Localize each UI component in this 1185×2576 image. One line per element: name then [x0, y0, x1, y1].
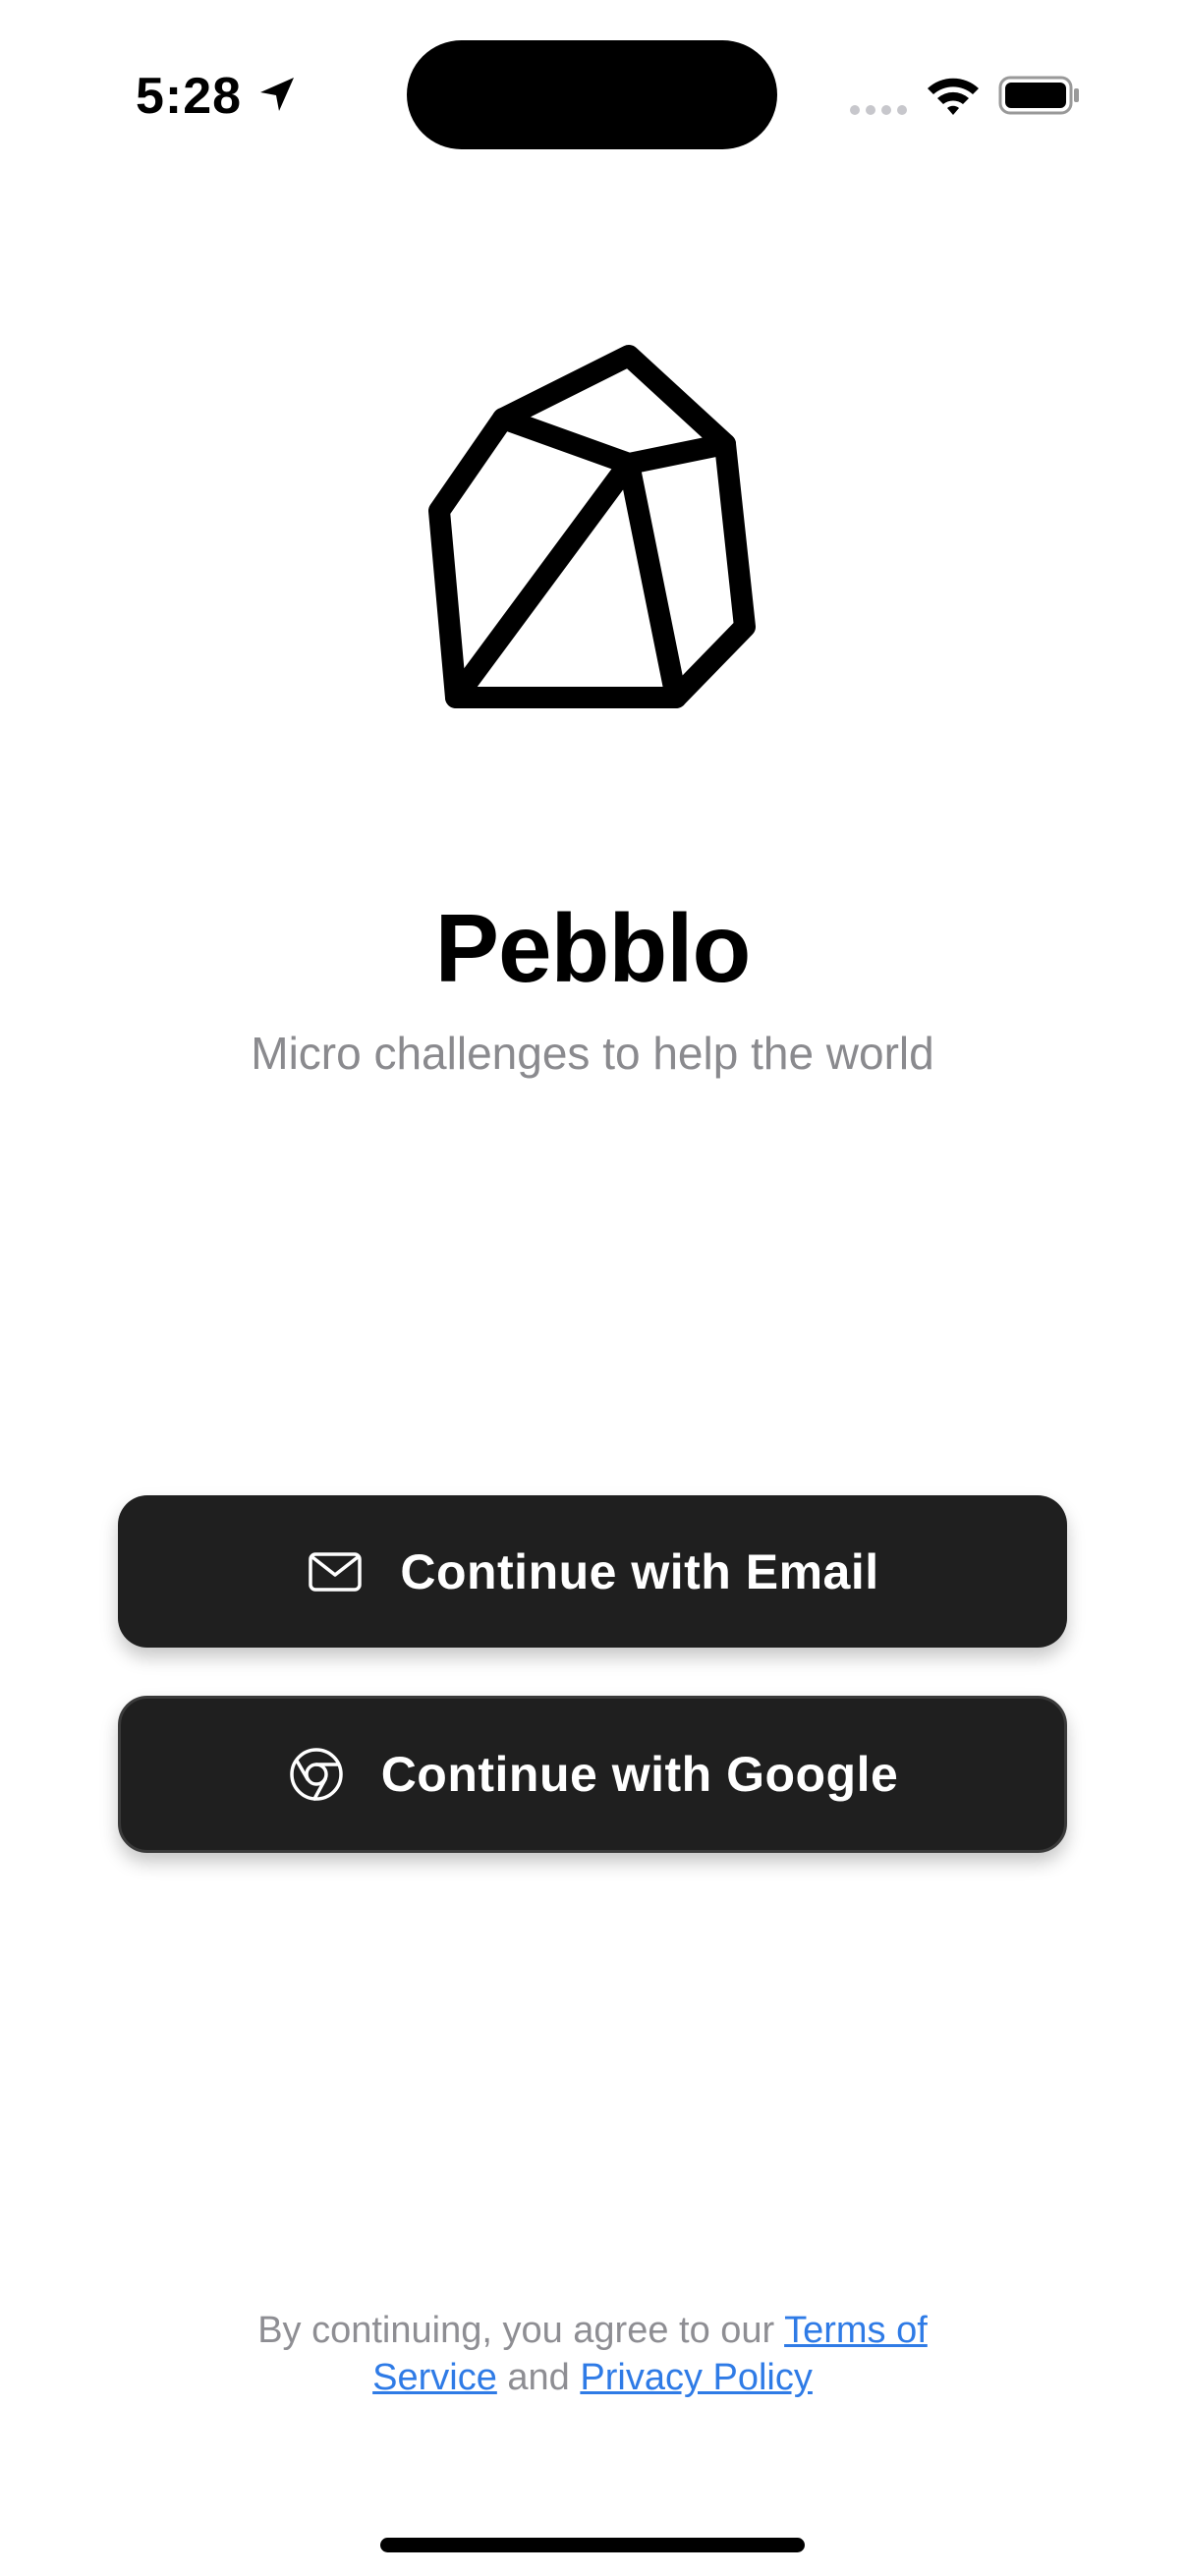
google-button-label: Continue with Google: [380, 1747, 899, 1802]
legal-prefix: By continuing, you agree to our: [257, 2310, 785, 2351]
cellular-signal-icon: [850, 105, 907, 115]
battery-icon: [998, 76, 1079, 115]
continue-with-google-button[interactable]: Continue with Google: [118, 1696, 1067, 1853]
home-indicator[interactable]: [380, 2538, 805, 2552]
email-button-label: Continue with Email: [400, 1543, 879, 1599]
dynamic-island: [407, 40, 777, 149]
legal-notice: By continuing, you agree to our Terms of…: [197, 2307, 988, 2401]
app-subtitle: Micro challenges to help the world: [251, 1028, 934, 1079]
wifi-icon: [928, 78, 979, 115]
privacy-policy-link[interactable]: Privacy Policy: [580, 2357, 813, 2398]
chrome-icon: [289, 1748, 343, 1801]
continue-with-email-button[interactable]: Continue with Email: [118, 1495, 1067, 1648]
legal-joiner: and: [496, 2357, 581, 2398]
pebble-logo-icon: [428, 345, 756, 708]
location-arrow-icon: [260, 78, 294, 111]
app-title: Pebblo: [434, 894, 752, 1002]
status-time: 5:28: [136, 68, 243, 125]
mail-icon: [309, 1551, 363, 1592]
status-bar: 5:28: [0, 0, 1185, 196]
